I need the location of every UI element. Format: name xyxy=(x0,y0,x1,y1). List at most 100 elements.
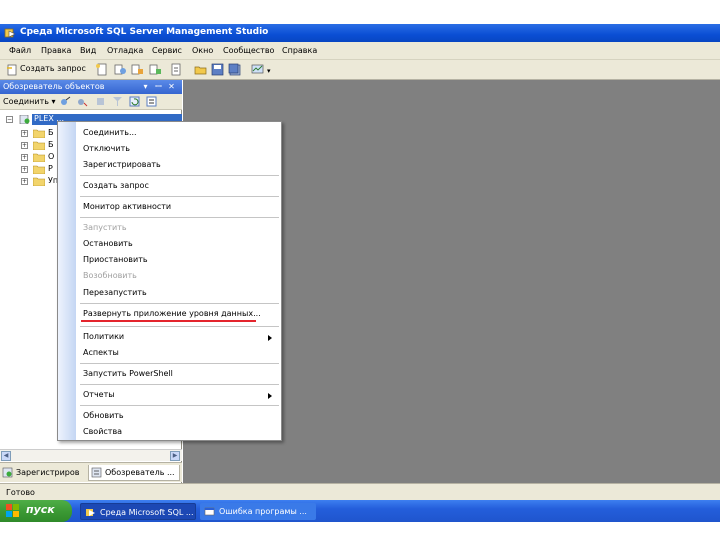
pin-icon[interactable]: ꟷ xyxy=(153,81,164,92)
taskbar-item-ssms[interactable]: Среда Microsoft SQL ... xyxy=(80,503,196,520)
connect-dropdown[interactable]: Соединить ▾ xyxy=(3,97,56,106)
windows-logo-icon xyxy=(6,504,19,517)
registered-servers-icon xyxy=(2,467,13,478)
close-icon[interactable]: ✕ xyxy=(166,81,177,92)
save-icon[interactable] xyxy=(211,63,224,76)
panel-tabs: Зарегистриров Обозреватель ... xyxy=(0,462,182,482)
tree-item-label: Б xyxy=(48,140,54,149)
menu-separator xyxy=(80,217,279,218)
menu-separator xyxy=(80,326,279,327)
connect-icon[interactable] xyxy=(60,96,71,107)
menu-item-pause[interactable]: Приостановить xyxy=(83,255,148,267)
menu-separator xyxy=(80,303,279,304)
activity-monitor-icon[interactable] xyxy=(251,63,264,76)
title-bar: Среда Microsoft SQL Server Management St… xyxy=(0,24,720,42)
disconnect-icon[interactable] xyxy=(77,96,88,107)
menu-item-refresh[interactable]: Обновить xyxy=(83,411,124,423)
menu-help[interactable]: Справка xyxy=(282,46,317,55)
highlight-underline xyxy=(81,320,256,322)
expand-icon[interactable]: + xyxy=(21,154,28,161)
menu-item-start-powershell[interactable]: Запустить PowerShell xyxy=(83,369,173,381)
menu-item-activity-monitor[interactable]: Монитор активности xyxy=(83,202,171,214)
submenu-arrow-icon xyxy=(268,335,272,341)
xmla-query-icon[interactable] xyxy=(170,63,183,76)
menu-item-policies[interactable]: Политики xyxy=(83,332,124,344)
menu-item-resume: Возобновить xyxy=(83,271,137,280)
menu-debug[interactable]: Отладка xyxy=(107,46,143,55)
menu-separator xyxy=(80,405,279,406)
menu-icon-strip xyxy=(58,122,76,440)
new-query-label: Создать запрос xyxy=(20,64,86,73)
menu-item-register[interactable]: Зарегистрировать xyxy=(83,160,161,172)
submenu-arrow-icon xyxy=(268,393,272,399)
menu-item-stop[interactable]: Остановить xyxy=(83,239,133,251)
start-button[interactable]: пуск xyxy=(0,500,72,522)
menu-item-disconnect[interactable]: Отключить xyxy=(83,144,130,156)
open-file-icon[interactable] xyxy=(194,63,207,76)
start-label: пуск xyxy=(26,503,55,516)
menu-edit[interactable]: Правка xyxy=(41,46,71,55)
menu-item-reports[interactable]: Отчеты xyxy=(83,390,115,402)
menu-file[interactable]: Файл xyxy=(9,46,31,55)
analysis-query-icon[interactable] xyxy=(131,63,144,76)
tree-item-label: Р xyxy=(48,164,53,173)
new-file-icon[interactable] xyxy=(95,63,108,76)
menu-item-restart[interactable]: Перезапустить xyxy=(83,288,147,300)
taskbar-item-label: Ошибка програмы ... xyxy=(219,507,307,516)
filter-icon[interactable] xyxy=(112,96,123,107)
expand-icon[interactable]: + xyxy=(21,166,28,173)
new-query-icon xyxy=(7,64,17,76)
menu-separator xyxy=(80,175,279,176)
windows-taskbar: пуск Среда Microsoft SQL ... Ошибка прог… xyxy=(0,500,720,522)
taskbar-item-label: Среда Microsoft SQL ... xyxy=(100,508,194,517)
mdx-query-icon[interactable] xyxy=(149,63,162,76)
menu-window[interactable]: Окно xyxy=(192,46,213,55)
status-bar: Готово xyxy=(0,483,720,500)
scroll-left-icon[interactable]: ◀ xyxy=(1,451,11,461)
scroll-right-icon[interactable]: ▶ xyxy=(170,451,180,461)
folder-icon xyxy=(33,141,45,150)
expand-icon[interactable]: + xyxy=(21,142,28,149)
window-icon xyxy=(204,507,215,516)
object-explorer-toolbar: Соединить ▾ xyxy=(0,94,182,110)
toolbar-overflow-icon[interactable]: ▾ xyxy=(267,67,271,75)
object-explorer-header: Обозреватель объектов ▾ ꟷ ✕ xyxy=(0,80,182,94)
expand-icon[interactable]: + xyxy=(21,130,28,137)
stop-icon[interactable] xyxy=(95,96,106,107)
folder-icon xyxy=(33,153,45,162)
database-engine-query-icon[interactable] xyxy=(114,63,127,76)
ssms-app-icon xyxy=(4,28,16,38)
horizontal-scrollbar[interactable]: ◀ ▶ xyxy=(0,449,182,461)
tab-object-explorer[interactable]: Обозреватель ... xyxy=(88,465,180,481)
standard-toolbar: Создать запрос ▾ xyxy=(0,60,720,80)
menu-item-properties[interactable]: Свойства xyxy=(83,427,122,439)
object-explorer-icon xyxy=(91,467,102,478)
folder-icon xyxy=(33,177,45,186)
folder-icon xyxy=(33,165,45,174)
tab-registered-servers[interactable]: Зарегистриров xyxy=(0,465,84,481)
expand-icon[interactable]: + xyxy=(21,178,28,185)
object-explorer-title: Обозреватель объектов xyxy=(3,82,105,91)
menu-view[interactable]: Вид xyxy=(80,46,96,55)
menu-item-facets[interactable]: Аспекты xyxy=(83,348,119,360)
collapse-icon[interactable]: − xyxy=(6,116,13,123)
new-query-button[interactable]: Создать запрос xyxy=(4,63,86,77)
save-all-icon[interactable] xyxy=(228,63,241,76)
taskbar-item-error[interactable]: Ошибка програмы ... xyxy=(200,503,316,520)
tab-registered-label: Зарегистриров xyxy=(16,468,80,477)
tab-object-explorer-label: Обозреватель ... xyxy=(105,468,175,477)
menu-tools[interactable]: Сервис xyxy=(152,46,182,55)
menu-community[interactable]: Сообщество xyxy=(223,46,274,55)
summary-icon[interactable] xyxy=(146,96,157,107)
panel-dropdown-icon[interactable]: ▾ xyxy=(140,81,151,92)
menu-separator xyxy=(80,196,279,197)
refresh-icon[interactable] xyxy=(129,96,140,107)
menu-separator xyxy=(80,363,279,364)
menu-item-new-query[interactable]: Создать запрос xyxy=(83,181,149,193)
server-context-menu: Соединить... Отключить Зарегистрировать … xyxy=(57,121,282,441)
status-text: Готово xyxy=(6,488,35,497)
window-title: Среда Microsoft SQL Server Management St… xyxy=(20,27,269,37)
menu-item-connect[interactable]: Соединить... xyxy=(83,128,137,140)
menu-separator xyxy=(80,384,279,385)
server-icon xyxy=(19,115,30,124)
